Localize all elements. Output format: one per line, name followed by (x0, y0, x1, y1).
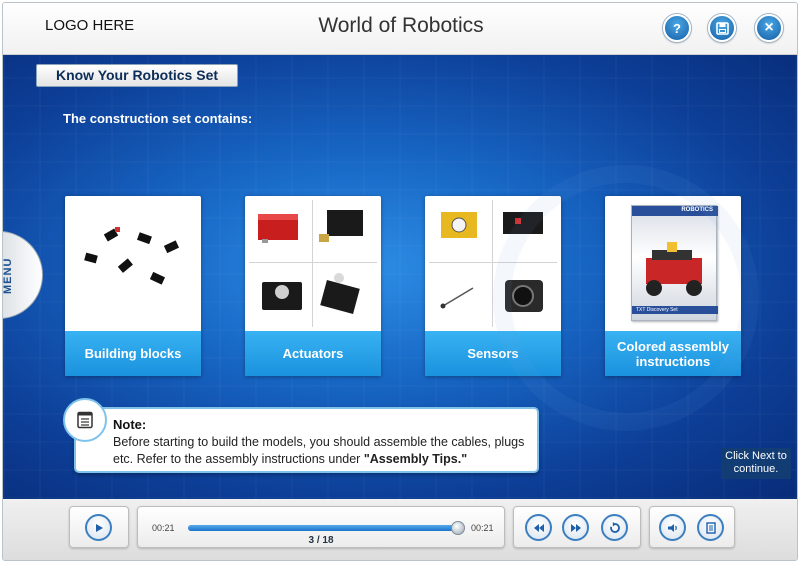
help-icon: ? (673, 20, 681, 36)
manual-cover-title: ROBOTICS (681, 207, 713, 213)
assembly-instructions-image: ROBOTICS TXT Discovery Set (605, 196, 741, 331)
close-icon: × (764, 19, 774, 36)
audio-button[interactable] (659, 514, 686, 541)
note-title: Note: (113, 417, 147, 432)
progress-handle[interactable] (450, 521, 465, 535)
sensors-image (425, 196, 561, 331)
card-building-blocks[interactable]: Building blocks (65, 196, 201, 376)
card-label-actuators: Actuators (245, 331, 381, 376)
speaker-icon (667, 523, 677, 532)
replay-button[interactable] (601, 514, 628, 541)
card-assembly-instructions[interactable]: ROBOTICS TXT Discovery Set Colored assem… (605, 196, 741, 376)
save-button[interactable] (708, 14, 736, 42)
card-sensors[interactable]: Sensors (425, 196, 561, 376)
section-title: Know Your Robotics Set (36, 64, 238, 87)
save-icon (715, 21, 729, 35)
close-button[interactable]: × (755, 14, 783, 42)
fast-forward-icon (570, 523, 581, 532)
time-elapsed: 00:21 (152, 523, 175, 533)
actuators-image (245, 196, 381, 331)
header-bar: LOGO HERE World of Robotics ? × (3, 3, 797, 55)
help-button[interactable]: ? (663, 14, 691, 42)
card-actuators[interactable]: Actuators (245, 196, 381, 376)
menu-label: MENU (3, 257, 14, 294)
manual-cover: ROBOTICS TXT Discovery Set (631, 205, 718, 321)
next-button[interactable] (562, 514, 589, 541)
document-icon (705, 521, 716, 534)
player-bar: 00:21 00:21 3 / 18 (3, 499, 797, 560)
card-label-assembly-instructions: Colored assembly instructions (605, 331, 741, 376)
utility-panel (649, 506, 735, 548)
previous-button[interactable] (525, 514, 552, 541)
play-icon (95, 523, 103, 532)
card-label-sensors: Sensors (425, 331, 561, 376)
progress-track[interactable] (188, 521, 465, 535)
play-panel (69, 506, 129, 548)
navigation-panel (513, 506, 641, 548)
note-body-emphasis: "Assembly Tips." (363, 452, 468, 466)
content-area: Know Your Robotics Set The construction … (3, 55, 797, 499)
note-badge (63, 398, 107, 442)
next-hint: Click Next to continue. (721, 448, 791, 479)
progress-fill (188, 525, 458, 531)
card-label-building-blocks: Building blocks (65, 331, 201, 376)
menu-tab[interactable]: MENU (3, 231, 43, 319)
note-icon (77, 411, 93, 429)
page-indicator: 3 / 18 (308, 535, 334, 546)
manual-cover-subtitle: TXT Discovery Set (632, 306, 718, 314)
app-window: LOGO HERE World of Robotics ? × Know You… (2, 2, 798, 561)
building-blocks-image (65, 196, 201, 331)
intro-text: The construction set contains: (63, 111, 253, 126)
transcript-button[interactable] (697, 514, 724, 541)
note-body: Before starting to build the models, you… (113, 434, 533, 468)
time-total: 00:21 (471, 523, 494, 533)
replay-icon (609, 521, 620, 533)
note-box: Note: Before starting to build the model… (74, 407, 539, 473)
progress-panel: 00:21 00:21 3 / 18 (137, 506, 505, 548)
play-button[interactable] (85, 514, 112, 541)
rewind-icon (533, 523, 544, 532)
